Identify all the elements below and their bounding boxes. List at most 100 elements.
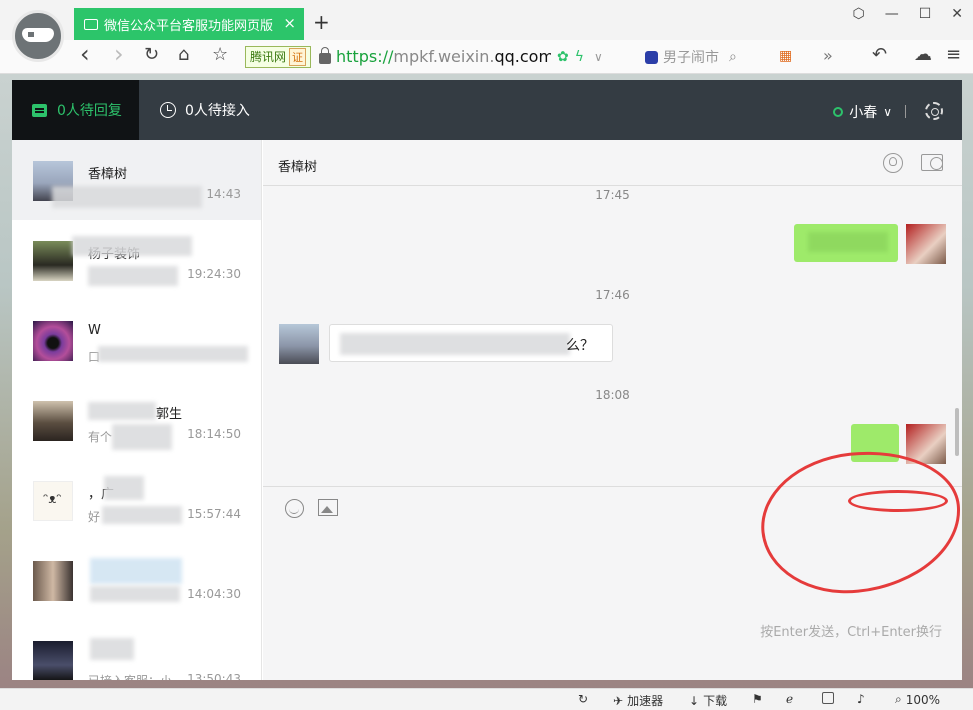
session-item[interactable]: 14:04:30 bbox=[12, 540, 261, 620]
reload-button[interactable]: ↻ bbox=[144, 44, 159, 65]
browser-logo-icon[interactable] bbox=[12, 10, 64, 62]
new-tab-button[interactable]: + bbox=[313, 10, 330, 34]
zoom-control[interactable]: ⌕ 100% bbox=[895, 692, 940, 707]
browser-statusbar: ↻ ✈ 加速器 ↓ 下载 ⚑ ℯ ♪ ⌕ 100% bbox=[0, 688, 973, 710]
favorite-button[interactable]: ☆ bbox=[212, 44, 228, 65]
download-icon: ↓ bbox=[689, 693, 700, 708]
rocket-icon: ✈ bbox=[613, 693, 624, 708]
close-window-button[interactable]: ✕ bbox=[951, 6, 963, 22]
url-text[interactable]: https://mpkf.weixin.qq.com/c bbox=[336, 47, 551, 66]
tab-pending-accept[interactable]: 0人待接入 bbox=[160, 80, 250, 140]
avatar bbox=[33, 321, 73, 361]
session-item[interactable]: 已接入客服：小... 13:50:43 bbox=[12, 620, 261, 680]
session-time: 13:50:43 bbox=[187, 672, 241, 680]
user-status-menu[interactable]: 小春 ∨ bbox=[833, 102, 892, 122]
image-upload-icon[interactable] bbox=[318, 499, 338, 516]
blurred-preview bbox=[98, 346, 248, 362]
session-item[interactable]: ᵔᴥᵔ ，广 好 15:57:44 bbox=[12, 460, 261, 540]
blurred-name bbox=[72, 236, 192, 256]
close-session-icon[interactable] bbox=[921, 154, 943, 171]
undo-close-icon[interactable]: ↶ bbox=[872, 44, 887, 65]
kf-app: 0人待回复 0人待接入 小春 ∨ 香樟树 14:43 杨子装饰 19:24:30 bbox=[12, 80, 968, 680]
chat-contact-name: 香樟树 bbox=[278, 160, 318, 175]
home-button[interactable]: ⌂ bbox=[178, 44, 189, 65]
search-engine-icon bbox=[645, 50, 658, 64]
message-timestamp: 17:45 bbox=[595, 188, 630, 202]
transfer-session-icon[interactable] bbox=[883, 153, 903, 173]
divider bbox=[905, 105, 906, 118]
flag-icon[interactable]: ⚑ bbox=[752, 692, 763, 706]
blurred-name bbox=[88, 402, 156, 420]
session-time: 19:24:30 bbox=[187, 267, 241, 281]
blurred-text bbox=[808, 232, 888, 252]
incoming-message[interactable]: 么？ bbox=[329, 324, 613, 362]
session-time: 14:43 bbox=[206, 187, 241, 201]
site-identity-badge[interactable]: 腾讯网 证 bbox=[245, 45, 312, 68]
session-item[interactable]: 郭生 有个 18:14:50 bbox=[12, 380, 261, 460]
tab-pending-accept-label: 0人待接入 bbox=[185, 103, 250, 119]
tab-pending-reply[interactable]: 0人待回复 bbox=[12, 80, 139, 140]
session-item[interactable]: W 口 bbox=[12, 300, 261, 380]
address-bar[interactable]: 腾讯网 证 https://mpkf.weixin.qq.com/c ✿ ϟ ∨ bbox=[245, 43, 635, 70]
lock-icon bbox=[319, 47, 332, 64]
emoji-icon[interactable] bbox=[285, 499, 304, 518]
face-icon: ᵔᴥᵔ bbox=[43, 492, 62, 507]
session-name: 郭生 bbox=[156, 407, 183, 422]
blurred-preview bbox=[52, 186, 202, 208]
refresh-icon[interactable]: ↻ bbox=[578, 692, 588, 706]
blurred-preview bbox=[102, 506, 182, 524]
customer-avatar bbox=[279, 324, 319, 364]
blurred-name bbox=[90, 558, 182, 584]
more-button[interactable]: » bbox=[823, 46, 833, 65]
send-hint: 按Enter发送，Ctrl+Enter换行 bbox=[760, 625, 942, 640]
download-label: 下载 bbox=[703, 694, 728, 708]
message-timestamp: 17:46 bbox=[595, 288, 630, 302]
maximize-button[interactable]: ☐ bbox=[919, 6, 932, 22]
browser-toolbar: ‹ › ↻ ⌂ ☆ 腾讯网 证 https://mpkf.weixin.qq.c… bbox=[0, 40, 973, 74]
session-time: 15:57:44 bbox=[187, 507, 241, 521]
menu-icon[interactable]: ≡ bbox=[946, 44, 961, 65]
cloud-icon[interactable]: ☁ bbox=[914, 44, 932, 65]
accelerator-button[interactable]: ✈ 加速器 bbox=[613, 692, 663, 709]
message-icon bbox=[32, 103, 47, 117]
window-icon[interactable] bbox=[822, 692, 838, 704]
tab-pending-reply-label: 0人待回复 bbox=[57, 103, 122, 119]
download-button[interactable]: ↓ 下载 bbox=[689, 692, 727, 709]
search-box[interactable]: 男子闹市 ⌕ bbox=[645, 45, 755, 69]
forward-button[interactable]: › bbox=[114, 40, 124, 68]
user-name: 小春 bbox=[849, 105, 878, 121]
tab-favicon-icon bbox=[84, 18, 98, 30]
session-item[interactable]: 香樟树 14:43 bbox=[12, 140, 261, 220]
session-item[interactable]: 杨子装饰 19:24:30 bbox=[12, 220, 261, 300]
minimize-button[interactable]: — bbox=[885, 6, 899, 22]
clock-icon bbox=[160, 102, 176, 118]
gear-icon[interactable] bbox=[925, 102, 943, 120]
scrollbar-thumb[interactable] bbox=[955, 408, 959, 456]
tab-title: 微信公众平台客服功能网页版 bbox=[104, 18, 274, 34]
session-name: 香樟树 bbox=[88, 167, 128, 182]
search-icon[interactable]: ⌕ bbox=[729, 49, 737, 65]
ie-icon[interactable]: ℯ bbox=[786, 692, 793, 706]
accelerator-label: 加速器 bbox=[627, 694, 664, 708]
skin-icon[interactable]: ⬡ bbox=[852, 6, 864, 22]
avatar bbox=[33, 401, 73, 441]
agent-avatar bbox=[906, 224, 946, 264]
session-preview: 有个 bbox=[88, 430, 113, 444]
accelerate-icon[interactable]: ✿ bbox=[557, 49, 569, 65]
blurred-preview bbox=[90, 586, 180, 602]
avatar bbox=[33, 241, 73, 281]
back-button[interactable]: ‹ bbox=[80, 40, 90, 68]
browser-tab-active[interactable]: 微信公众平台客服功能网页版 × bbox=[74, 8, 304, 40]
search-input[interactable]: 男子闹市 bbox=[663, 47, 719, 67]
avatar bbox=[33, 561, 73, 601]
blurred-preview bbox=[88, 266, 178, 286]
app-topnav: 0人待回复 0人待接入 小春 ∨ bbox=[12, 80, 962, 140]
sound-icon[interactable]: ♪ bbox=[857, 692, 865, 706]
blurred-preview bbox=[112, 424, 172, 450]
message-timestamp: 18:08 bbox=[595, 388, 630, 402]
lightning-icon[interactable]: ϟ bbox=[575, 49, 584, 65]
chevron-down-icon[interactable]: ∨ bbox=[594, 50, 603, 64]
tab-close-icon[interactable]: × bbox=[283, 14, 296, 32]
blurred-text bbox=[340, 333, 570, 355]
apps-icon[interactable]: ▦ bbox=[779, 48, 792, 64]
